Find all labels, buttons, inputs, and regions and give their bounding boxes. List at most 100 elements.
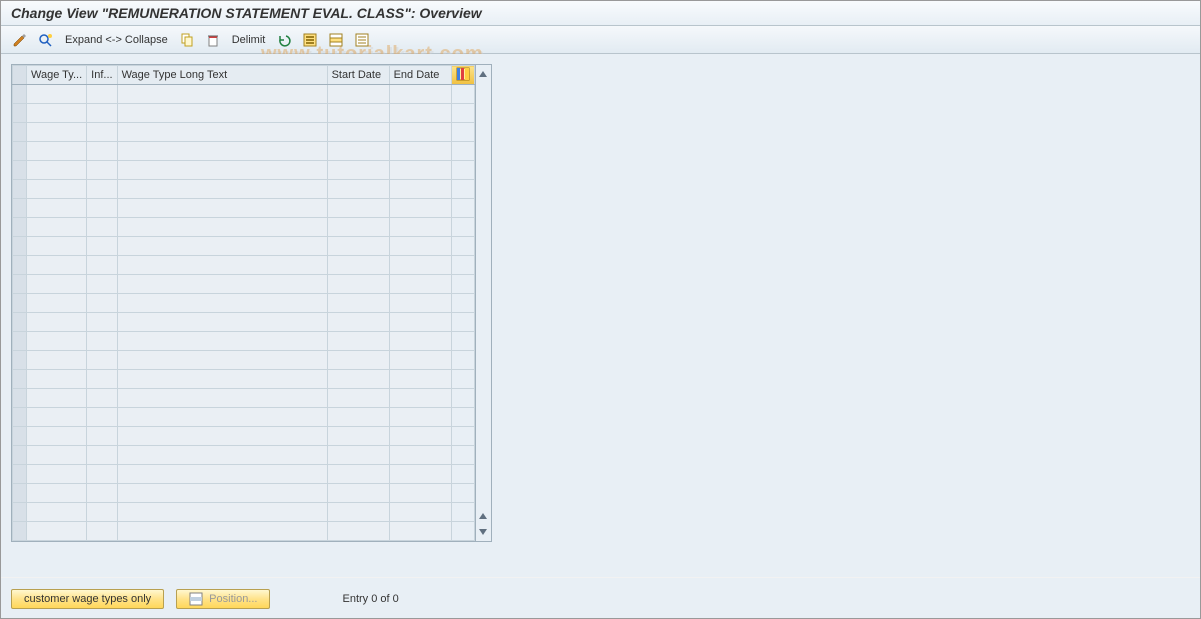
cell-wage-type[interactable] [27, 427, 87, 446]
row-selector[interactable] [13, 389, 27, 408]
row-selector[interactable] [13, 218, 27, 237]
cell-wage-type[interactable] [27, 104, 87, 123]
cell-wage-type[interactable] [27, 85, 87, 104]
table-row[interactable] [13, 275, 475, 294]
copy-icon[interactable] [176, 30, 198, 50]
cell-start-date[interactable] [327, 484, 389, 503]
cell-start-date[interactable] [327, 123, 389, 142]
cell-wage-type[interactable] [27, 161, 87, 180]
cell-inf[interactable] [87, 180, 117, 199]
cell-long-text[interactable] [117, 180, 327, 199]
cell-wage-type[interactable] [27, 218, 87, 237]
cell-long-text[interactable] [117, 370, 327, 389]
table-row[interactable] [13, 522, 475, 541]
scroll-up-step-icon[interactable] [476, 509, 490, 523]
table-row[interactable] [13, 446, 475, 465]
cell-long-text[interactable] [117, 104, 327, 123]
table-row[interactable] [13, 313, 475, 332]
cell-start-date[interactable] [327, 85, 389, 104]
cell-wage-type[interactable] [27, 484, 87, 503]
cell-start-date[interactable] [327, 294, 389, 313]
cell-end-date[interactable] [389, 522, 451, 541]
cell-end-date[interactable] [389, 484, 451, 503]
scroll-up-icon[interactable] [476, 67, 490, 81]
table-row[interactable] [13, 104, 475, 123]
row-selector[interactable] [13, 370, 27, 389]
undo-icon[interactable] [273, 30, 295, 50]
cell-inf[interactable] [87, 408, 117, 427]
cell-start-date[interactable] [327, 199, 389, 218]
row-selector[interactable] [13, 256, 27, 275]
cell-long-text[interactable] [117, 446, 327, 465]
cell-start-date[interactable] [327, 408, 389, 427]
cell-inf[interactable] [87, 370, 117, 389]
col-header-inf[interactable]: Inf... [87, 66, 117, 85]
table-row[interactable] [13, 85, 475, 104]
cell-end-date[interactable] [389, 161, 451, 180]
cell-wage-type[interactable] [27, 313, 87, 332]
row-selector[interactable] [13, 85, 27, 104]
cell-start-date[interactable] [327, 446, 389, 465]
cell-inf[interactable] [87, 142, 117, 161]
cell-end-date[interactable] [389, 256, 451, 275]
cell-long-text[interactable] [117, 389, 327, 408]
cell-end-date[interactable] [389, 180, 451, 199]
cell-inf[interactable] [87, 351, 117, 370]
table-row[interactable] [13, 218, 475, 237]
cell-wage-type[interactable] [27, 351, 87, 370]
cell-long-text[interactable] [117, 332, 327, 351]
cell-end-date[interactable] [389, 332, 451, 351]
row-selector[interactable] [13, 294, 27, 313]
table-row[interactable] [13, 408, 475, 427]
cell-start-date[interactable] [327, 351, 389, 370]
cell-inf[interactable] [87, 123, 117, 142]
cell-end-date[interactable] [389, 408, 451, 427]
cell-start-date[interactable] [327, 465, 389, 484]
cell-inf[interactable] [87, 446, 117, 465]
table-row[interactable] [13, 389, 475, 408]
cell-end-date[interactable] [389, 218, 451, 237]
cell-wage-type[interactable] [27, 522, 87, 541]
cell-wage-type[interactable] [27, 408, 87, 427]
cell-start-date[interactable] [327, 275, 389, 294]
row-selector[interactable] [13, 427, 27, 446]
cell-long-text[interactable] [117, 313, 327, 332]
cell-start-date[interactable] [327, 503, 389, 522]
cell-wage-type[interactable] [27, 389, 87, 408]
cell-inf[interactable] [87, 503, 117, 522]
table-row[interactable] [13, 465, 475, 484]
cell-start-date[interactable] [327, 161, 389, 180]
select-all-icon[interactable] [299, 30, 321, 50]
cell-wage-type[interactable] [27, 256, 87, 275]
table-row[interactable] [13, 199, 475, 218]
cell-long-text[interactable] [117, 199, 327, 218]
vertical-scrollbar[interactable] [475, 65, 491, 541]
row-selector[interactable] [13, 237, 27, 256]
delete-icon[interactable] [202, 30, 224, 50]
toggle-display-change-icon[interactable] [9, 30, 31, 50]
cell-inf[interactable] [87, 465, 117, 484]
cell-inf[interactable] [87, 427, 117, 446]
table-row[interactable] [13, 370, 475, 389]
cell-end-date[interactable] [389, 313, 451, 332]
cell-end-date[interactable] [389, 237, 451, 256]
customer-wage-types-button[interactable]: customer wage types only [11, 589, 164, 609]
cell-start-date[interactable] [327, 332, 389, 351]
cell-long-text[interactable] [117, 85, 327, 104]
delimit-button[interactable]: Delimit [228, 34, 270, 46]
select-block-icon[interactable] [325, 30, 347, 50]
cell-end-date[interactable] [389, 275, 451, 294]
cell-start-date[interactable] [327, 427, 389, 446]
row-selector[interactable] [13, 465, 27, 484]
cell-long-text[interactable] [117, 503, 327, 522]
cell-inf[interactable] [87, 522, 117, 541]
col-header-start-date[interactable]: Start Date [327, 66, 389, 85]
cell-long-text[interactable] [117, 427, 327, 446]
cell-long-text[interactable] [117, 294, 327, 313]
row-selector[interactable] [13, 503, 27, 522]
cell-long-text[interactable] [117, 161, 327, 180]
table-row[interactable] [13, 427, 475, 446]
cell-start-date[interactable] [327, 313, 389, 332]
col-header-wage-type[interactable]: Wage Ty... [27, 66, 87, 85]
row-selector[interactable] [13, 332, 27, 351]
